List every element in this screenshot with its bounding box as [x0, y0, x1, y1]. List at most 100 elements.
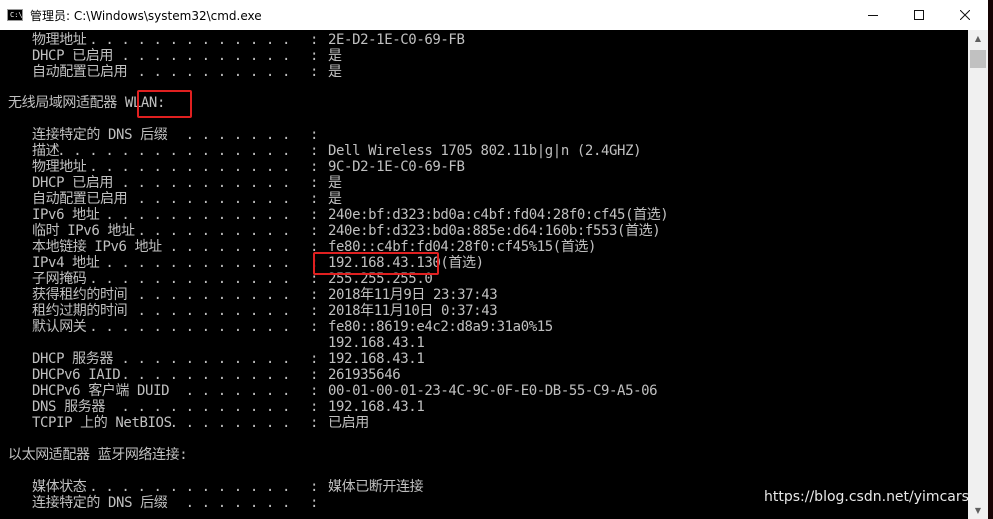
- console-line: DHCP 已启用 . . . . . . . . . . .: 是: [8, 48, 958, 64]
- line-dots: . . . . . . . . . . . . .: [89, 32, 290, 48]
- line-dots: . . . . . . .: [185, 383, 291, 399]
- line-dots: . . . . . . . .: [169, 239, 291, 255]
- cmd-window: C:\ 管理员: C:\Windows\system32\cmd.exe 物理地…: [0, 0, 988, 519]
- line-value: 00-01-00-01-23-4C-9C-0F-E0-DB-55-C9-A5-0…: [328, 383, 658, 399]
- line-colon: :: [310, 32, 319, 48]
- line-dots: . . . . . . . .: [169, 415, 291, 431]
- line-colon: :: [310, 159, 319, 175]
- line-colon: :: [310, 223, 319, 239]
- line-dots: . . . . . . . . . .: [137, 303, 290, 319]
- line-colon: :: [310, 287, 319, 303]
- line-value: 2018年11月10日 0:37:43: [328, 303, 498, 319]
- line-colon: :: [310, 207, 319, 223]
- console-output[interactable]: 物理地址. . . . . . . . . . . . .:2E-D2-1E-C…: [0, 30, 968, 519]
- line-colon: :: [310, 415, 319, 431]
- line-label: 租约过期的时间: [32, 303, 128, 319]
- scroll-up-arrow-icon[interactable]: ▲: [968, 30, 988, 47]
- line-value: 2018年11月9日 23:37:43: [328, 287, 498, 303]
- console-line: DNS 服务器 . . . . . . . . . . .:192.168.43.…: [8, 399, 958, 415]
- line-dots: . . . . . . . . . . . . .: [89, 159, 290, 175]
- line-dots: . . . . . . . . . .: [137, 64, 290, 80]
- line-colon: :: [310, 383, 319, 399]
- line-label: 默认网关: [32, 319, 87, 335]
- cmd-icon-text: C:\: [10, 11, 23, 19]
- line-label: 连接特定的 DNS 后缀: [32, 127, 168, 143]
- line-value: 261935646: [328, 367, 401, 383]
- line-label: 自动配置已启用: [32, 64, 128, 80]
- console-line: 自动配置已启用 . . . . . . . . . .: 是: [8, 64, 958, 80]
- console-line: DHCP 已启用 . . . . . . . . . . .: 是: [8, 175, 958, 191]
- line-value: 是: [328, 48, 342, 64]
- line-colon: :: [310, 495, 319, 511]
- console-line: 获得租约的时间 . . . . . . . . . .:2018年11月9日 23…: [8, 287, 958, 303]
- line-dots: . . . . . . . . . . . . .: [89, 271, 290, 287]
- line-colon: :: [310, 303, 319, 319]
- title-bar[interactable]: C:\ 管理员: C:\Windows\system32\cmd.exe: [0, 0, 988, 30]
- line-label: DHCPv6 客户端 DUID: [32, 383, 170, 399]
- line-dots: . . . . . . . . . . . .: [105, 207, 290, 223]
- line-value: 是: [328, 191, 342, 207]
- line-dots: . . . . . . . . . . . . .: [89, 479, 290, 495]
- console-line: 自动配置已启用 . . . . . . . . . .: 是: [8, 191, 958, 207]
- line-label: 获得租约的时间: [32, 287, 128, 303]
- console-line: 连接特定的 DNS 后缀 . . . . . . .:: [8, 127, 958, 143]
- cmd-app-icon[interactable]: C:\: [7, 9, 23, 21]
- console-line: TCPIP 上的 NetBIOS. . . . . . . .: 已启用: [8, 415, 958, 431]
- console-line: 192.168.43.1: [8, 335, 958, 351]
- console-line: 租约过期的时间 . . . . . . . . . .:2018年11月10日 0…: [8, 303, 958, 319]
- scrollbar-thumb[interactable]: [970, 50, 986, 68]
- line-value: 9C-D2-1E-C0-69-FB: [328, 159, 465, 175]
- line-dots: . . . . . . .: [185, 127, 291, 143]
- line-colon: :: [310, 64, 319, 80]
- line-value: Dell Wireless 1705 802.11b|g|n (2.4GHZ): [328, 143, 642, 159]
- line-label: 物理地址: [32, 159, 87, 175]
- line-label: 本地链接 IPv6 地址: [32, 239, 162, 255]
- line-colon: :: [310, 127, 319, 143]
- vertical-scrollbar[interactable]: ▲ ▼: [968, 30, 988, 519]
- line-value: 媒体已断开连接: [328, 479, 424, 495]
- console-line: IPv6 地址 . . . . . . . . . . . .:240e:bf:d…: [8, 207, 958, 223]
- line-colon: :: [310, 367, 319, 383]
- line-value: 240e:bf:d323:bd0a:c4bf:fd04:28f0:cf45(首选…: [328, 207, 669, 223]
- line-label: 物理地址: [32, 32, 87, 48]
- line-label: DHCP 已启用: [32, 48, 113, 64]
- line-label: 连接特定的 DNS 后缀: [32, 495, 168, 511]
- line-label: 子网掩码: [32, 271, 87, 287]
- highlight-box-wlan: [137, 90, 192, 118]
- line-label: DHCP 已启用: [32, 175, 113, 191]
- line-colon: :: [310, 143, 319, 159]
- close-button[interactable]: [942, 0, 988, 30]
- console-line: 物理地址. . . . . . . . . . . . .:2E-D2-1E-C…: [8, 32, 958, 48]
- line-label: DHCP 服务器: [32, 351, 113, 367]
- minimize-icon: [868, 15, 878, 16]
- console-line: IPv4 地址. . . . . . . . . . . .:192.168.4…: [8, 255, 958, 271]
- console-line: 临时 IPv6 地址. . . . . . . . . .:240e:bf:d3…: [8, 223, 958, 239]
- scroll-down-arrow-icon[interactable]: ▼: [968, 502, 988, 519]
- line-dots: . . . . . . . . . . . . .: [89, 319, 290, 335]
- line-label: 自动配置已启用: [32, 191, 128, 207]
- watermark-text: https://blog.csdn.net/yimcars: [764, 489, 969, 505]
- line-colon: :: [310, 351, 319, 367]
- line-dots: . . . . . . . . . . .: [121, 175, 290, 191]
- minimize-button[interactable]: [850, 0, 896, 30]
- line-dots: . . . . . . . . . .: [137, 287, 290, 303]
- line-label: DNS 服务器: [32, 399, 105, 415]
- maximize-icon: [914, 10, 924, 20]
- line-label: TCPIP 上的 NetBIOS: [32, 415, 172, 431]
- highlight-box-ipv4: [313, 252, 439, 275]
- console-line: 物理地址. . . . . . . . . . . . .:9C-D2-1E-C…: [8, 159, 958, 175]
- line-label: DHCPv6 IAID: [32, 367, 121, 383]
- line-label: 媒体状态: [32, 479, 87, 495]
- line-dots: . . . . . . . . . . . .: [105, 255, 290, 271]
- maximize-button[interactable]: [896, 0, 942, 30]
- line-label: 描述: [32, 143, 60, 159]
- adapter-header: 以太网适配器 蓝牙网络连接:: [8, 447, 188, 463]
- close-icon: [960, 10, 970, 20]
- line-value: 2E-D2-1E-C0-69-FB: [328, 32, 465, 48]
- line-value: 已启用: [328, 415, 369, 431]
- line-label: IPv6 地址: [32, 207, 100, 223]
- line-value: 192.168.43.1: [328, 399, 425, 415]
- line-dots: . . . . . . . . . .: [137, 223, 290, 239]
- line-colon: :: [310, 479, 319, 495]
- line-dots: . . . . . . . . . . .: [121, 367, 290, 383]
